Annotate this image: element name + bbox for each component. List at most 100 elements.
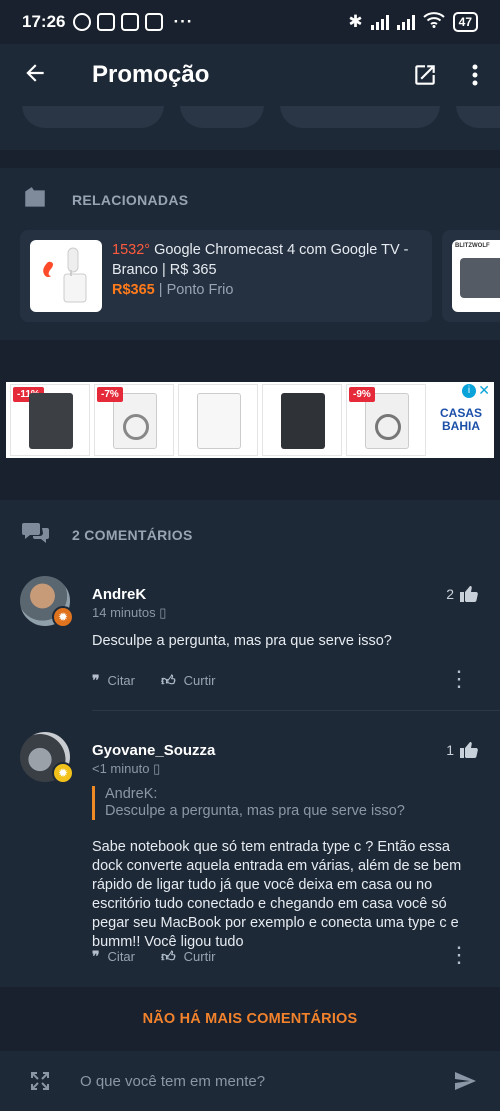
advertisement-banner[interactable]: -11% -7% -9% i ✕ CASAS BAHIA — [6, 382, 494, 458]
cite-label: Citar — [107, 673, 135, 688]
cite-label: Citar — [107, 949, 135, 964]
more-notifications-icon: ··· — [173, 12, 194, 31]
discount-badge: -9% — [349, 387, 375, 402]
comment-author[interactable]: Gyovane_Souzza — [92, 742, 215, 759]
deal-price: R$365 — [112, 282, 155, 298]
tag-chip[interactable] — [180, 106, 264, 128]
comment-time: 14 minutos ▯ — [92, 605, 166, 621]
like-count: 1 — [446, 742, 454, 758]
page-title: Promoção — [92, 61, 210, 88]
ad-close-icon[interactable]: ✕ — [478, 382, 490, 399]
brand-logo: BLITZWOLF — [455, 243, 490, 249]
app-notification-icon — [145, 13, 164, 31]
dock-image — [460, 258, 500, 298]
comment-time-text: <1 minuto — [92, 761, 150, 776]
battery-indicator: 47 — [452, 12, 478, 32]
discount-badge: -7% — [97, 387, 123, 402]
open-external-icon[interactable] — [400, 62, 450, 88]
comment-time: <1 minuto ▯ — [92, 761, 160, 777]
deal-info: 1532° Google Chromecast 4 com Google TV … — [112, 240, 422, 312]
related-heading: RELACIONADAS — [72, 192, 189, 208]
tag-chip[interactable] — [280, 106, 440, 128]
overflow-menu-icon[interactable] — [450, 64, 500, 86]
related-deal-card-2[interactable]: BLITZWOLF — [442, 230, 500, 322]
like-button[interactable]: 👍︎ Curtir — [161, 948, 215, 965]
product-thumbnail — [30, 240, 102, 312]
washer-image — [281, 393, 325, 449]
status-time: 17:26 — [22, 12, 66, 31]
related-header: RELACIONADAS — [0, 168, 500, 232]
quote-text: Desculpe a pergunta, mas pra que serve i… — [105, 803, 405, 819]
comment-author[interactable]: AndreK — [92, 586, 146, 603]
cite-button[interactable]: ❞ Citar — [92, 948, 135, 965]
like-label: Curtir — [183, 673, 216, 688]
thumbs-up-icon — [460, 586, 478, 602]
cite-button[interactable]: ❞ Citar — [92, 672, 135, 689]
ad-product[interactable]: -11% — [10, 384, 90, 456]
comment-text: Desculpe a pergunta, mas pra que serve i… — [92, 633, 392, 649]
mobile-icon: ▯ — [159, 605, 167, 620]
like-count: 2 — [446, 586, 454, 602]
washer-image — [29, 393, 73, 449]
comment-likes[interactable]: 1 — [446, 742, 478, 758]
comment-composer — [0, 1051, 500, 1111]
casas-bahia-logo: CASAS BAHIA — [439, 406, 482, 433]
mail-icon — [121, 13, 140, 31]
mobile-icon: ▯ — [153, 761, 161, 776]
alarm-icon — [73, 13, 92, 31]
thumbs-up-icon: 👍︎ — [161, 672, 176, 688]
washer-image — [197, 393, 241, 449]
status-bar: 17:26 ··· ✱ 47 — [0, 0, 500, 44]
ad-brand[interactable]: i ✕ CASAS BAHIA — [432, 382, 490, 456]
deal-separator: | — [154, 282, 167, 298]
tag-chips — [0, 106, 500, 150]
level-badge-icon: ✹ — [52, 762, 74, 784]
comment-actions: ❞ Citar 👍︎ Curtir — [92, 948, 215, 965]
signal-icon — [370, 14, 389, 30]
thumbs-up-icon: 👍︎ — [161, 948, 176, 964]
send-icon[interactable] — [430, 1069, 500, 1093]
comment-item: ✹ Gyovane_Souzza <1 minuto ▯ 1 AndreK: D… — [0, 730, 500, 980]
tag-chip[interactable] — [22, 106, 164, 128]
back-arrow-icon[interactable] — [0, 57, 70, 94]
comment-text: Sabe notebook que só tem entrada type c … — [92, 839, 462, 950]
ad-product[interactable]: -9% — [346, 384, 426, 456]
comment-divider — [92, 710, 500, 711]
tag-icon — [22, 185, 50, 216]
comment-item: ✹ AndreK 14 minutos ▯ 2 Desculpe a pergu… — [0, 574, 500, 710]
quote-author: AndreK: — [105, 786, 158, 802]
quoted-comment: AndreK: Desculpe a pergunta, mas pra que… — [92, 786, 484, 820]
comments-section: 2 COMENTÁRIOS ✹ AndreK 14 minutos ▯ 2 De… — [0, 500, 500, 987]
ad-info-icon[interactable]: i — [462, 384, 476, 398]
quote-icon: ❞ — [92, 672, 100, 688]
ad-product[interactable]: -7% — [94, 384, 174, 456]
no-more-comments: NÃO HÁ MAIS COMENTÁRIOS — [0, 987, 500, 1051]
comment-more-icon[interactable]: ⋮ — [448, 944, 470, 966]
thumbs-up-icon — [460, 742, 478, 758]
comment-actions: ❞ Citar 👍︎ Curtir — [92, 672, 215, 689]
comments-icon — [22, 521, 50, 550]
tag-chip[interactable] — [456, 106, 500, 128]
level-badge-icon: ✹ — [52, 606, 74, 628]
wifi-icon — [422, 11, 445, 33]
ad-product[interactable] — [178, 384, 258, 456]
signal-icon-2 — [396, 14, 415, 30]
comment-input[interactable] — [80, 1072, 430, 1090]
comments-heading: 2 COMENTÁRIOS — [72, 527, 193, 543]
deal-store: Ponto Frio — [166, 282, 234, 298]
comment-time-text: 14 minutos — [92, 605, 156, 620]
related-deal-card[interactable]: 1532° Google Chromecast 4 com Google TV … — [20, 230, 432, 322]
comments-header: 2 COMENTÁRIOS — [0, 500, 500, 570]
app-bar: Promoção — [0, 44, 500, 106]
quote-icon: ❞ — [92, 948, 100, 964]
comment-likes[interactable]: 2 — [446, 586, 478, 602]
ad-product[interactable] — [262, 384, 342, 456]
deal-temperature: 1532° — [112, 242, 151, 258]
product-thumbnail: BLITZWOLF — [452, 240, 500, 312]
like-button[interactable]: 👍︎ Curtir — [161, 672, 215, 689]
expand-icon[interactable] — [0, 1069, 80, 1093]
related-section: RELACIONADAS 1532° Google Chromecast 4 c… — [0, 168, 500, 340]
bluetooth-icon: ✱ — [348, 12, 363, 31]
comment-more-icon[interactable]: ⋮ — [448, 668, 470, 690]
deal-title: Google Chromecast 4 com Google TV - Bran… — [112, 242, 409, 278]
